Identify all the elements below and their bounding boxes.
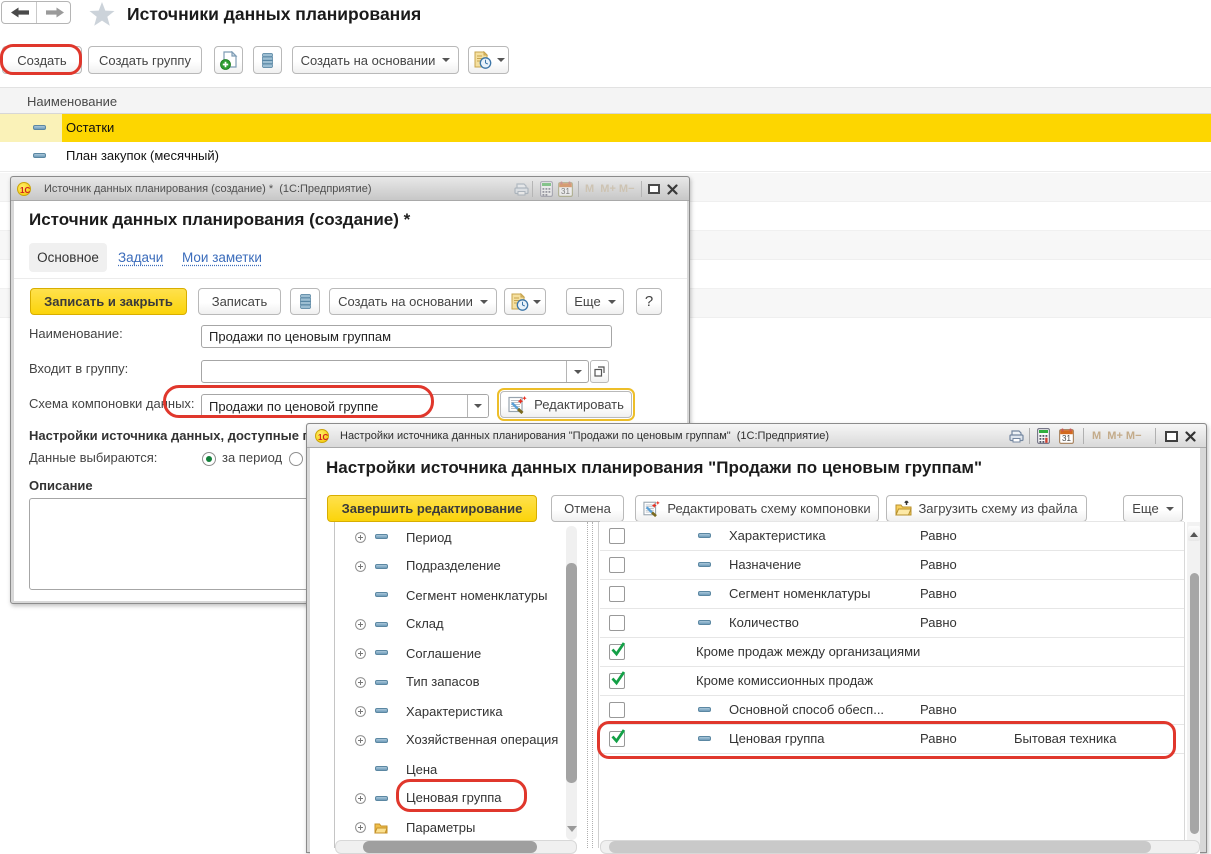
svg-text:31: 31 <box>561 187 570 196</box>
svg-text:31: 31 <box>1062 434 1071 443</box>
